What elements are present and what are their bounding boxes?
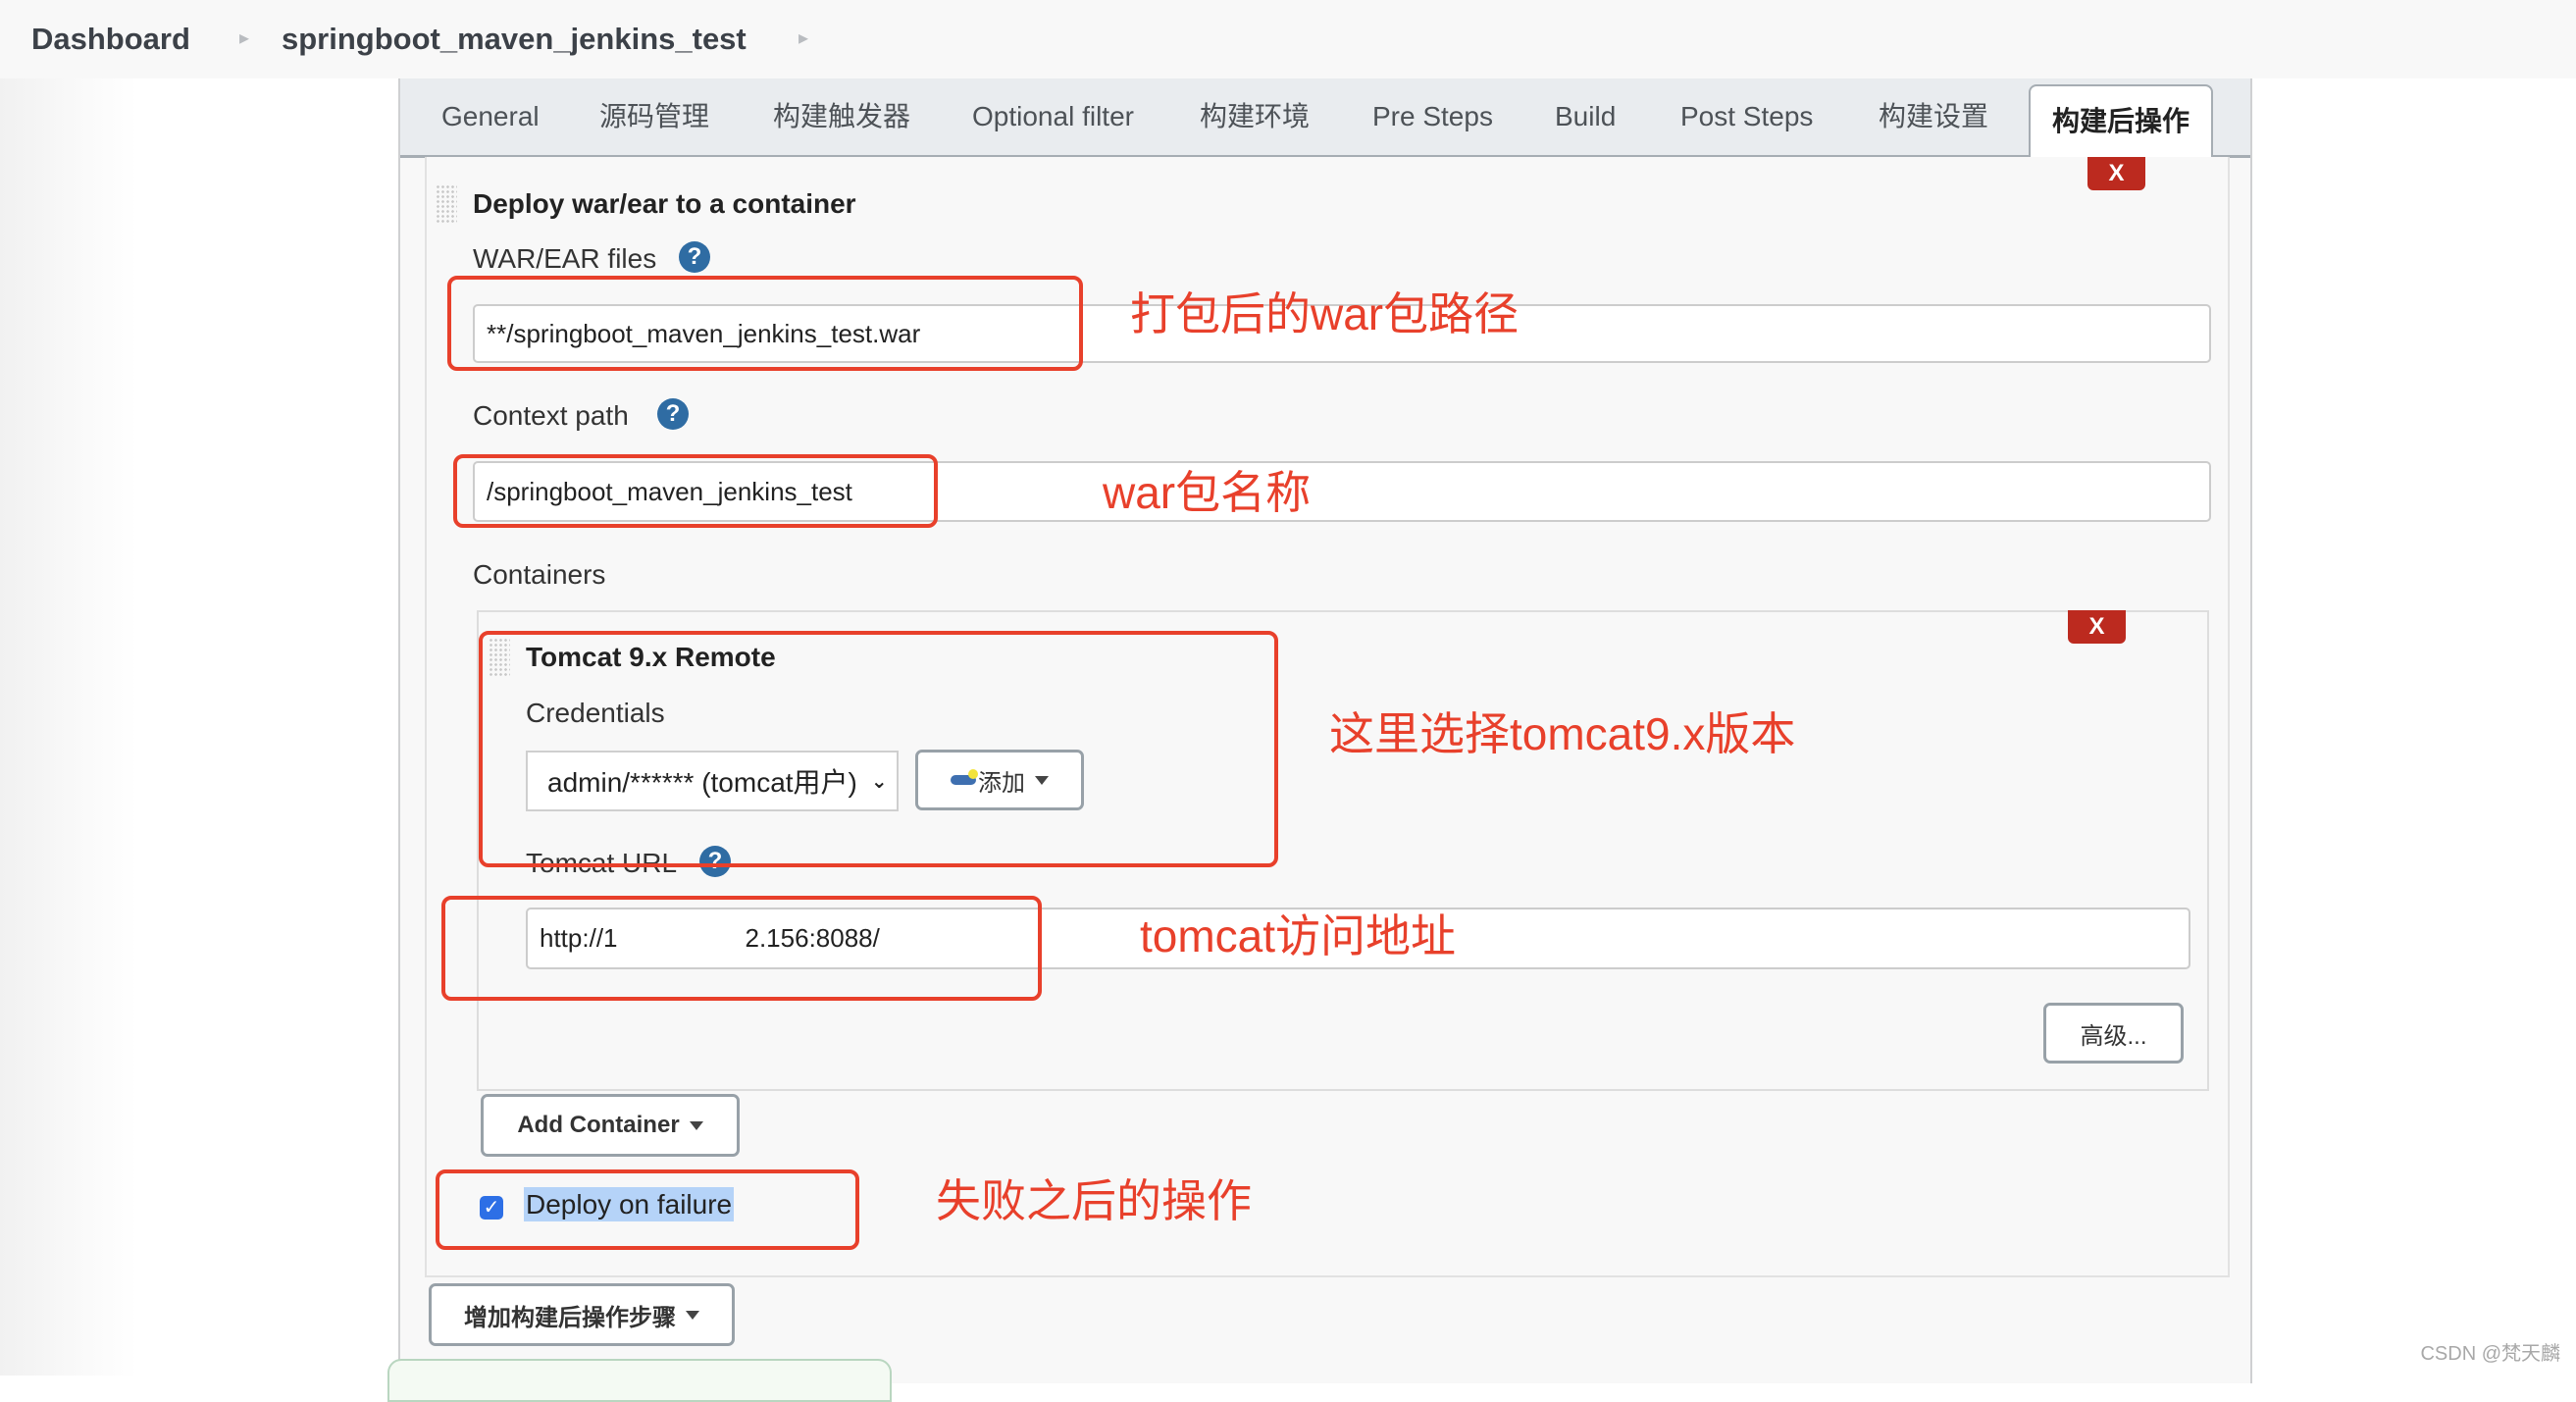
breadcrumb-job[interactable]: springboot_maven_jenkins_test [282,18,747,61]
war-files-label: WAR/EAR files [473,243,657,274]
annotation-war-name: war包名称 [1103,467,1312,518]
annotation-tomcat-version: 这里选择tomcat9.x版本 [1329,708,1796,759]
annotation-box-war-name [453,454,938,528]
annotation-box-on-failure [436,1169,859,1250]
bottom-panel-edge [387,1359,892,1402]
add-container-label: Add Container [517,1112,680,1138]
annotation-war-path: 打包后的war包路径 [1130,288,1520,339]
tab-post-build-actions[interactable]: 构建后操作 [2029,84,2214,160]
annotation-tomcat-url: tomcat访问地址 [1140,910,1457,961]
add-post-build-step-label: 增加构建后操作步骤 [464,1304,676,1331]
annotation-on-failure: 失败之后的操作 [936,1175,1252,1226]
delete-container-button[interactable]: X [2068,610,2126,644]
tab-scm[interactable]: 源码管理 [599,78,709,155]
deploy-section-title: Deploy war/ear to a container [473,188,856,219]
context-path-label: Context path [473,400,629,431]
breadcrumb-separator-icon: ▸ [239,27,250,49]
delete-deploy-step-button[interactable]: X [2087,157,2145,190]
containers-label: Containers [473,559,606,590]
annotation-box-tomcat-url [441,896,1042,1001]
annotation-box-tomcat-version [479,631,1278,867]
annotation-box-war-path [447,276,1083,371]
tab-build-settings[interactable]: 构建设置 [1879,78,1988,155]
tab-optional-filter[interactable]: Optional filter [972,78,1134,155]
advanced-button[interactable]: 高级... [2043,1003,2184,1064]
add-post-build-step-button[interactable]: 增加构建后操作步骤 [429,1283,735,1346]
tab-build-triggers[interactable]: 构建触发器 [773,78,910,155]
caret-down-icon [686,1310,699,1320]
tab-pre-steps[interactable]: Pre Steps [1372,78,1493,155]
help-icon[interactable]: ? [657,398,689,430]
caret-down-icon [689,1120,703,1130]
tab-build[interactable]: Build [1555,78,1616,155]
tab-build-environment[interactable]: 构建环境 [1200,78,1310,155]
help-icon[interactable]: ? [679,241,710,273]
breadcrumb-dashboard[interactable]: Dashboard [31,18,190,61]
watermark: CSDN @梵天麟 [2420,1343,2560,1365]
breadcrumb-separator-icon: ▸ [799,27,809,49]
add-container-button[interactable]: Add Container [481,1094,740,1157]
drag-handle-icon[interactable] [436,184,457,224]
page-left-gutter [0,78,137,1376]
tab-general[interactable]: General [441,78,540,155]
tab-post-steps[interactable]: Post Steps [1680,78,1813,155]
